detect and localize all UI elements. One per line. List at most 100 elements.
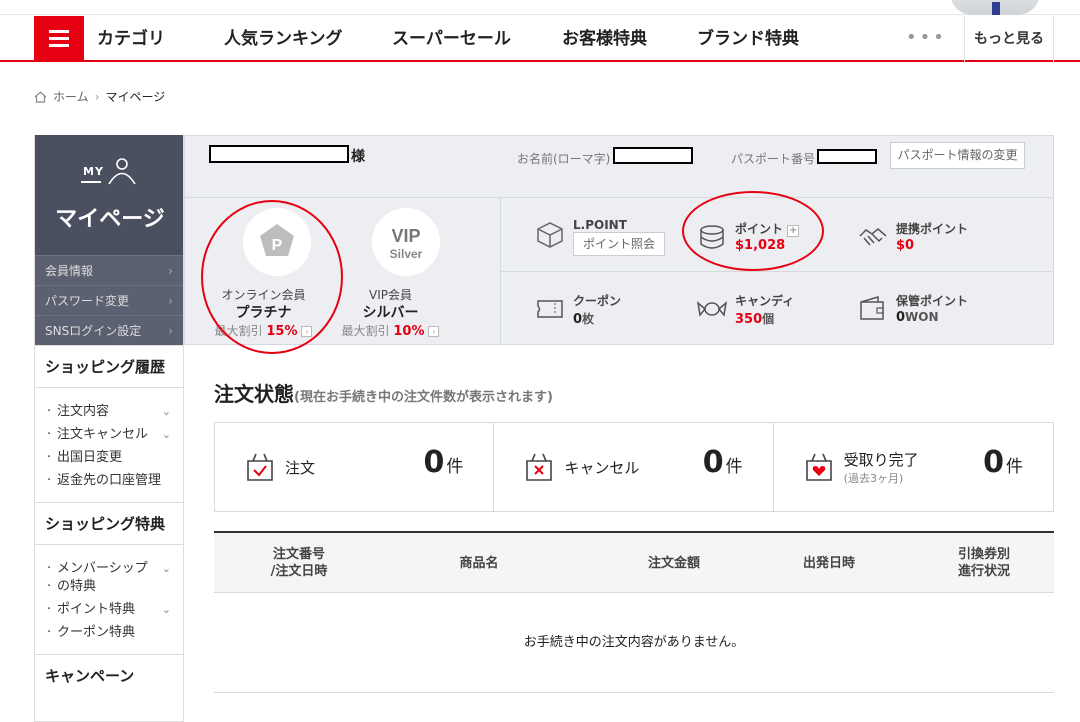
status-name: 注文: [285, 459, 316, 477]
plus-icon[interactable]: +: [787, 225, 800, 237]
sidebar-item-member-info[interactable]: 会員情報 ›: [35, 255, 183, 285]
expand-icon[interactable]: ›: [301, 326, 313, 337]
coupon-icon: [537, 300, 563, 318]
stored-value: 0WON: [896, 310, 939, 325]
breadcrumb-separator: ›: [94, 89, 100, 104]
empty-message: お手続き中の注文内容がありません。: [214, 593, 1054, 693]
sidebar-item-label: パスワード変更: [45, 294, 130, 308]
sidebar-item-sns-login[interactable]: SNSログイン設定 ›: [35, 315, 183, 345]
count-number: 0: [423, 445, 445, 480]
count-number: 0: [702, 445, 724, 480]
person-icon: [108, 158, 136, 185]
status-count: 0件: [423, 445, 463, 480]
sidebar-header[interactable]: MY マイページ: [35, 135, 183, 255]
expand-icon[interactable]: ›: [428, 326, 440, 337]
sidebar-item-departure-change[interactable]: 出国日変更: [47, 446, 183, 469]
value-unit: WON: [905, 310, 939, 324]
discount-label: 最大割引: [214, 324, 263, 338]
sidebar-item-membership-cont[interactable]: の特典: [47, 575, 183, 598]
redacted-name: [209, 145, 349, 163]
candy-icon: [697, 301, 727, 317]
vip-badge-bottom: Silver: [390, 247, 423, 261]
value-unit: 個: [762, 312, 775, 326]
nav-ranking[interactable]: 人気ランキング: [224, 16, 343, 62]
redacted-passport: [817, 149, 877, 164]
item-label: メンバーシップ: [57, 561, 148, 576]
status-order[interactable]: 注文 0件: [215, 423, 495, 511]
order-status-box: 注文 0件 キャンセル 0件 受取り完了 (過去3ヶ月) 0件: [214, 422, 1054, 512]
point-name: ポイント +: [735, 220, 800, 237]
sidebar-item-password[interactable]: パスワード変更 ›: [35, 285, 183, 315]
item-label: ポイント特典: [57, 602, 136, 617]
candy-name: キャンディ: [735, 294, 795, 308]
section-title[interactable]: キャンペーン: [35, 655, 183, 697]
sidebar-title: マイページ: [55, 207, 165, 232]
sidebar-item-order-cancel[interactable]: 注文キャンセル ⌄: [47, 423, 183, 446]
vip-badge-top: VIP: [391, 226, 420, 246]
home-icon[interactable]: [34, 90, 47, 103]
more-button[interactable]: もっと見る: [964, 16, 1054, 62]
vip-discount: 最大割引 10% ›: [312, 322, 469, 339]
box-check-icon: [247, 453, 273, 481]
passport-label: パスポート番号: [731, 152, 816, 166]
status-cancel[interactable]: キャンセル 0件: [494, 423, 774, 511]
roman-name-label: お名前(ローマ字): [517, 152, 611, 166]
chevron-right-icon: ›: [168, 264, 173, 278]
passport-change-button[interactable]: パスポート情報の変更: [890, 142, 1025, 169]
member-panel: 様 お名前(ローマ字) パスポート番号 パスポート情報の変更 P オンライン会員…: [184, 135, 1054, 345]
coupon-name: クーポン: [573, 294, 622, 308]
nav-customer-benefit[interactable]: お客様特典: [562, 16, 647, 62]
sidebar-item-label: 会員情報: [45, 264, 94, 278]
breadcrumb-home[interactable]: ホーム: [53, 88, 89, 105]
point-label: ポイント: [735, 222, 784, 236]
lpoint-icon: [537, 222, 563, 248]
partner-name: 提携ポイント: [896, 222, 969, 236]
global-nav: カテゴリ 人気ランキング スーパーセール お客様特典 ブランド特典 ••• もっ…: [0, 16, 1080, 62]
chevron-down-icon: ⌄: [161, 405, 171, 418]
item-label: クーポン特典: [57, 625, 136, 640]
order-table: 注文番号 /注文日時 商品名 注文金額 出発日時 引換券別 進行状況 お手続き中…: [214, 531, 1054, 693]
sidebar: MY マイページ 会員情報 › パスワード変更 › SNSログイン設定 › ショッピン…: [34, 135, 184, 722]
nav-brand-benefit[interactable]: ブランド特典: [697, 16, 799, 62]
vip-grade-name: シルバー: [362, 305, 419, 321]
col-progress: 引換券別 進行状況: [957, 547, 1010, 579]
status-received[interactable]: 受取り完了 (過去3ヶ月) 0件: [774, 423, 1053, 511]
member-info-row: 様 お名前(ローマ字) パスポート番号 パスポート情報の変更: [185, 136, 1053, 198]
order-status-title: 注文状態(現在お手続き中の注文件数が表示されます): [214, 378, 553, 407]
vip-silver-badge-icon: VIP Silver: [372, 208, 440, 276]
section-title: ショッピング特典: [35, 503, 183, 545]
item-label: 注文キャンセル: [57, 427, 149, 442]
sidebar-section-shopping-history: ショッピング履歴 注文内容 ⌄ 注文キャンセル ⌄ 出国日変更 返金先の口座管理: [35, 345, 183, 502]
nav-super-sale[interactable]: スーパーセール: [392, 16, 511, 62]
top-strip: [0, 0, 1080, 15]
more-dots-icon[interactable]: •••: [906, 16, 947, 62]
status-sub: (過去3ヶ月): [843, 472, 904, 485]
menu-icon[interactable]: [34, 16, 84, 62]
col-order-amount: 注文金額: [647, 555, 700, 571]
stored-name: 保管ポイント: [896, 294, 969, 308]
model-photo: [940, 0, 1050, 15]
point-inquiry-button[interactable]: ポイント照会: [573, 232, 665, 256]
my-label: MY: [83, 165, 104, 178]
col-order-number: 注文番号 /注文日時: [270, 547, 328, 579]
sidebar-section-campaign: キャンペーン: [35, 654, 183, 697]
point-value: $1,028: [735, 238, 786, 253]
account-menu: 会員情報 › パスワード変更 › SNSログイン設定 ›: [35, 255, 183, 345]
badge-letter: P: [272, 237, 283, 254]
sidebar-item-refund-account[interactable]: 返金先の口座管理: [47, 469, 183, 492]
box-x-icon: [526, 453, 553, 481]
count-unit: 件: [1005, 457, 1023, 477]
sidebar-item-point-benefit[interactable]: ポイント特典 ⌄: [47, 598, 183, 621]
underline-decor: [81, 181, 101, 183]
discount-value: 10%: [393, 324, 425, 339]
handshake-icon: [859, 228, 887, 246]
coupon-value: 0枚: [573, 310, 594, 327]
sidebar-item-coupon-benefit[interactable]: クーポン特典: [47, 621, 183, 644]
col-departure: 出発日時: [802, 555, 855, 571]
item-label: の特典: [57, 579, 97, 594]
vip-caption: VIP会員: [369, 288, 412, 302]
count-number: 0: [983, 445, 1004, 480]
sidebar-item-order-detail[interactable]: 注文内容 ⌄: [47, 400, 183, 423]
platinum-badge-icon: P: [243, 208, 311, 276]
nav-category[interactable]: カテゴリ: [97, 16, 165, 62]
